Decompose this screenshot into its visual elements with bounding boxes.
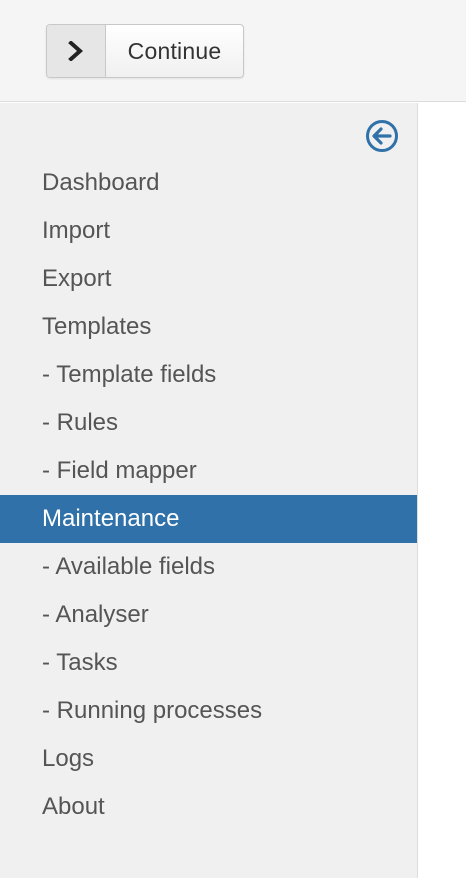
arrow-circle-left-icon	[366, 120, 398, 152]
sidebar-item-about[interactable]: About	[0, 783, 417, 831]
sidebar-item-template-fields[interactable]: - Template fields	[0, 351, 417, 399]
sidebar-item-available-fields[interactable]: - Available fields	[0, 543, 417, 591]
collapse-sidebar-button[interactable]	[364, 118, 400, 154]
sidebar-item-import[interactable]: Import	[0, 207, 417, 255]
sidebar-item-maintenance[interactable]: Maintenance	[0, 495, 417, 543]
sidebar-item-export[interactable]: Export	[0, 255, 417, 303]
sidebar-item-dashboard[interactable]: Dashboard	[0, 159, 417, 207]
chevron-right-icon	[47, 25, 106, 77]
sidebar-item-running-processes[interactable]: - Running processes	[0, 687, 417, 735]
continue-label: Continue	[127, 37, 222, 64]
sidebar-item-analyser[interactable]: - Analyser	[0, 591, 417, 639]
sidebar-item-templates[interactable]: Templates	[0, 303, 417, 351]
continue-button[interactable]: Continue	[46, 24, 244, 78]
sidebar-item-logs[interactable]: Logs	[0, 735, 417, 783]
sidebar-item-rules[interactable]: - Rules	[0, 399, 417, 447]
main-content-area	[418, 103, 466, 878]
sidebar-menu: Dashboard Import Export Templates - Temp…	[0, 159, 417, 831]
sidebar: Dashboard Import Export Templates - Temp…	[0, 103, 418, 878]
sidebar-item-field-mapper[interactable]: - Field mapper	[0, 447, 417, 495]
sidebar-item-tasks[interactable]: - Tasks	[0, 639, 417, 687]
toolbar: Continue	[0, 0, 466, 102]
